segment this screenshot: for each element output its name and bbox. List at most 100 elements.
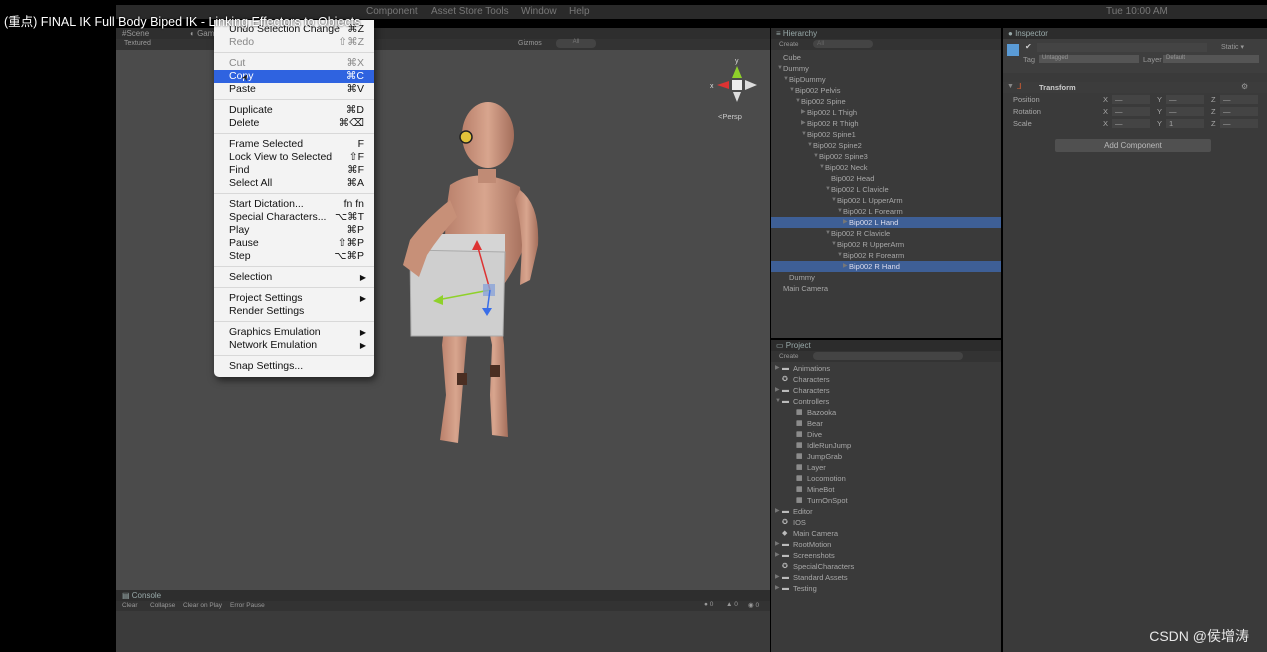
menu-item-redo[interactable]: Redo ⇧⌘Z <box>214 36 374 49</box>
project-item[interactable]: ▦ TurnOnSpot <box>771 495 1001 506</box>
tag-dropdown[interactable]: Untagged <box>1039 55 1139 63</box>
menu-item-find[interactable]: Find ⌘F <box>214 164 374 177</box>
project-item[interactable]: ▦ MineBot <box>771 484 1001 495</box>
menu-item-lock-view-to-selected[interactable]: Lock View to Selected ⇧F <box>214 151 374 164</box>
menu-item-selection[interactable]: Selection ▶ <box>214 271 374 284</box>
project-item[interactable]: ▼ ▬ Controllers <box>771 396 1001 407</box>
hierarchy-item[interactable]: ▼ BipDummy <box>771 74 1001 85</box>
project-item[interactable]: ▦ Locomotion <box>771 473 1001 484</box>
foldout-arrow-icon[interactable]: ▶ <box>775 506 780 517</box>
gizmo-y-cone[interactable] <box>732 66 742 78</box>
settings-gear-icon[interactable]: ⚙ <box>1241 82 1248 91</box>
hierarchy-item[interactable]: ▼ Bip002 Spine2 <box>771 140 1001 151</box>
hierarchy-tab[interactable]: ≡ Hierarchy <box>776 29 817 38</box>
add-component-button[interactable]: Add Component <box>1055 139 1211 152</box>
hierarchy-item[interactable]: ▶ Bip002 L Thigh <box>771 107 1001 118</box>
menu-item-graphics-emulation[interactable]: Graphics Emulation ▶ <box>214 326 374 339</box>
project-item[interactable]: ◆ Main Camera <box>771 528 1001 539</box>
hierarchy-item[interactable]: Main Camera <box>771 283 1001 294</box>
foldout-arrow-icon[interactable]: ▼ <box>775 396 781 407</box>
transform-y-input[interactable]: 1 <box>1166 119 1204 128</box>
project-create-dropdown[interactable]: Create <box>779 353 799 360</box>
menu-item-network-emulation[interactable]: Network Emulation ▶ <box>214 339 374 352</box>
menu-item-select-all[interactable]: Select All ⌘A <box>214 177 374 190</box>
project-item[interactable]: ✪ IOS <box>771 517 1001 528</box>
menu-item-pause[interactable]: Pause ⇧⌘P <box>214 237 374 250</box>
project-item[interactable]: ▦ Bear <box>771 418 1001 429</box>
menu-item-frame-selected[interactable]: Frame Selected F <box>214 138 374 151</box>
hierarchy-panel[interactable]: ≡ Hierarchy Create All Cube ▼ Dummy ▼ BipDum… <box>771 28 1001 338</box>
foldout-arrow-icon[interactable]: ▶ <box>775 572 780 583</box>
console-info-count[interactable]: ● 0 <box>704 601 713 608</box>
menubar-item-component[interactable]: Component <box>366 6 418 17</box>
hierarchy-create-dropdown[interactable]: Create <box>779 41 799 48</box>
gizmo-x-cone[interactable] <box>717 81 729 89</box>
hierarchy-item[interactable]: ▶ Bip002 R Hand <box>771 261 1001 272</box>
shading-mode-dropdown[interactable]: Textured <box>124 40 151 47</box>
menubar-item-asset-store-tools[interactable]: Asset Store Tools <box>431 6 509 17</box>
console-collapse-button[interactable]: Collapse <box>150 602 175 609</box>
project-item[interactable]: ▦ Dive <box>771 429 1001 440</box>
console-tab[interactable]: ▤ Console <box>122 591 161 600</box>
menu-item-special-characters[interactable]: Special Characters... ⌥⌘T <box>214 211 374 224</box>
foldout-arrow-icon[interactable]: ▶ <box>775 363 780 374</box>
foldout-arrow-icon[interactable]: ▶ <box>843 261 848 272</box>
gizmos-dropdown[interactable]: Gizmos <box>518 40 542 47</box>
console-warn-count[interactable]: ▲ 0 <box>726 601 738 608</box>
gizmo-yneg-cone[interactable] <box>733 92 741 102</box>
project-item[interactable]: ▦ Layer <box>771 462 1001 473</box>
transform-z-input[interactable]: — <box>1220 119 1258 128</box>
hierarchy-item[interactable]: ▼ Bip002 R UpperArm <box>771 239 1001 250</box>
menu-item-snap-settings[interactable]: Snap Settings... <box>214 360 374 373</box>
project-item[interactable]: ▦ IdleRunJump <box>771 440 1001 451</box>
foldout-arrow-icon[interactable]: ▶ <box>775 539 780 550</box>
transform-header[interactable]: ▼ ⅃ Transform ⚙ <box>1003 82 1267 93</box>
foldout-arrow-icon[interactable]: ▶ <box>801 118 806 129</box>
menu-item-start-dictation[interactable]: Start Dictation... fn fn <box>214 198 374 211</box>
menubar-item-window[interactable]: Window <box>521 6 557 17</box>
hierarchy-item[interactable]: ▼ Bip002 R Clavicle <box>771 228 1001 239</box>
menu-item-play[interactable]: Play ⌘P <box>214 224 374 237</box>
transform-y-input[interactable]: — <box>1166 107 1204 116</box>
inspector-panel[interactable]: ● Inspector ✔ Static ▾ Tag Untagged Laye… <box>1003 28 1267 652</box>
project-item[interactable]: ▶ ▬ Animations <box>771 363 1001 374</box>
menu-item-cut[interactable]: Cut ⌘X <box>214 57 374 70</box>
project-item[interactable]: ▶ ▬ RootMotion <box>771 539 1001 550</box>
foldout-arrow-icon[interactable]: ▶ <box>801 107 806 118</box>
hierarchy-item[interactable]: ▼ Bip002 L Clavicle <box>771 184 1001 195</box>
menu-item-render-settings[interactable]: Render Settings <box>214 305 374 318</box>
hierarchy-item[interactable]: Bip002 Head <box>771 173 1001 184</box>
scene-search-input[interactable]: All <box>556 39 596 48</box>
hierarchy-item[interactable]: Cube <box>771 52 1001 63</box>
hierarchy-item[interactable]: ▶ Bip002 L Hand <box>771 217 1001 228</box>
project-item[interactable]: ▶ ▬ Screenshots <box>771 550 1001 561</box>
hierarchy-item[interactable]: ▼ Bip002 Pelvis <box>771 85 1001 96</box>
gizmo-center-cube[interactable] <box>732 80 742 90</box>
console-error-count[interactable]: ◉ 0 <box>748 601 759 609</box>
menubar-item-help[interactable]: Help <box>569 6 590 17</box>
menu-item-copy[interactable]: Copy ⌘C <box>214 70 374 83</box>
project-item[interactable]: ▶ ▬ Characters <box>771 385 1001 396</box>
transform-x-input[interactable]: — <box>1112 119 1150 128</box>
foldout-arrow-icon[interactable]: ▶ <box>775 583 780 594</box>
transform-x-input[interactable]: — <box>1112 107 1150 116</box>
project-item[interactable]: ▶ ▬ Editor <box>771 506 1001 517</box>
project-item[interactable]: ▶ ▬ Standard Assets <box>771 572 1001 583</box>
hierarchy-item[interactable]: ▼ Bip002 Spine3 <box>771 151 1001 162</box>
hierarchy-item[interactable]: ▼ Bip002 L UpperArm <box>771 195 1001 206</box>
console-error-pause-button[interactable]: Error Pause <box>230 602 265 609</box>
console-clear-on-play-button[interactable]: Clear on Play <box>183 602 222 609</box>
transform-y-input[interactable]: — <box>1166 95 1204 104</box>
hierarchy-item[interactable]: ▼ Bip002 R Forearm <box>771 250 1001 261</box>
hierarchy-search-input[interactable]: All <box>813 40 873 48</box>
project-search-input[interactable] <box>813 352 963 360</box>
transform-z-input[interactable]: — <box>1220 107 1258 116</box>
project-panel[interactable]: ▭ Project Create ▶ ▬ Animations ✪ Characters… <box>771 340 1001 652</box>
menu-item-paste[interactable]: Paste ⌘V <box>214 83 374 96</box>
console-panel[interactable]: ▤ Console Clear Collapse Clear on Play E… <box>116 590 770 652</box>
hierarchy-item[interactable]: ▼ Dummy <box>771 63 1001 74</box>
menu-item-delete[interactable]: Delete ⌘⌫ <box>214 117 374 130</box>
tab-scene[interactable]: #Scene <box>122 29 149 38</box>
transform-x-input[interactable]: — <box>1112 95 1150 104</box>
console-clear-button[interactable]: Clear <box>122 602 138 609</box>
